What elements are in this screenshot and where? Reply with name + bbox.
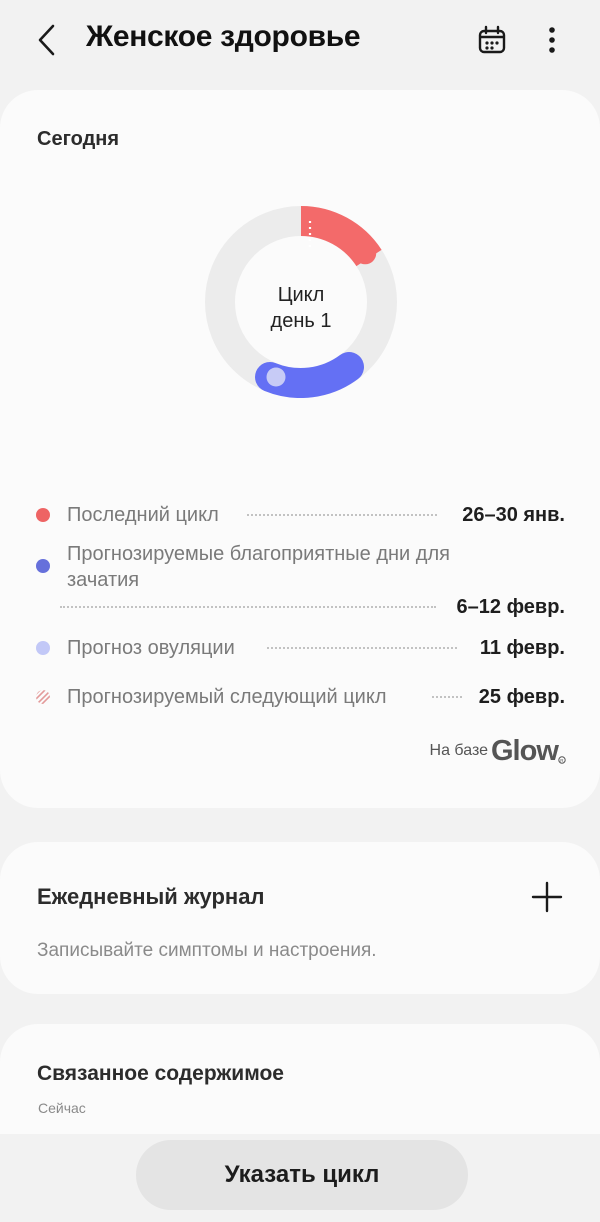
fertile-days-value: 6–12 февр. — [456, 596, 565, 618]
leader-line — [247, 514, 437, 516]
more-vertical-icon — [549, 27, 555, 53]
legend-ovulation: Прогноз овуляции 11 февр. — [0, 635, 600, 665]
back-button[interactable] — [30, 22, 66, 58]
cycle-day-value: день 1 — [270, 310, 332, 332]
log-period-button[interactable]: Указать цикл — [136, 1140, 468, 1210]
powered-by-label: На базе — [429, 742, 488, 759]
last-cycle-label: Последний цикл — [67, 504, 219, 526]
related-subtitle: Сейчас — [38, 1100, 86, 1116]
related-content-card[interactable]: Связанное содержимое Сейчас — [0, 1024, 600, 1134]
period-arc-end — [354, 242, 377, 265]
cycle-label: Цикл — [277, 284, 325, 306]
leader-line — [60, 606, 436, 608]
page-title: Женское здоровье — [86, 20, 361, 53]
plus-icon — [531, 881, 563, 913]
related-title: Связанное содержимое — [37, 1062, 284, 1085]
fertile-days-dot — [36, 559, 50, 573]
more-options-button[interactable] — [538, 22, 566, 58]
legend-next-cycle: Прогнозируемый следующий цикл 25 февр. — [0, 684, 600, 714]
app-bar: Женское здоровье — [0, 0, 600, 80]
next-cycle-striped-dot — [36, 690, 50, 704]
legend-last-cycle: Последний цикл 26–30 янв. — [0, 502, 600, 532]
journal-subtitle: Записывайте симптомы и настроения. — [37, 940, 377, 961]
next-cycle-label: Прогнозируемый следующий цикл — [67, 686, 387, 708]
legend-fertile-days: Прогнозируемые благоприятные дни для зач… — [0, 542, 600, 622]
glow-logo: Glow R — [491, 735, 566, 766]
last-cycle-value: 26–30 янв. — [462, 504, 565, 526]
fertile-days-label-line2: зачатия — [67, 569, 140, 591]
daily-journal-card[interactable]: Ежедневный журнал Записывайте симптомы и… — [0, 842, 600, 994]
calendar-button[interactable] — [476, 24, 508, 56]
ovulation-dot — [36, 641, 50, 655]
ovulation-label: Прогноз овуляции — [67, 637, 235, 659]
today-card: Сегодня Цикл день 1 Последний цикл 26–30… — [0, 90, 600, 808]
last-cycle-dot — [36, 508, 50, 522]
ovulation-marker — [266, 367, 286, 387]
fertile-days-label-line1: Прогнозируемые благоприятные дни для — [67, 543, 450, 565]
add-journal-button[interactable] — [530, 880, 564, 914]
chevron-left-icon — [38, 24, 55, 56]
leader-line — [432, 696, 462, 698]
ovulation-value: 11 февр. — [479, 637, 565, 659]
leader-line — [267, 647, 457, 649]
glow-logo-text: Glow — [491, 735, 559, 766]
next-cycle-value: 25 февр. — [478, 686, 565, 708]
calendar-icon — [478, 25, 506, 54]
journal-title: Ежедневный журнал — [37, 884, 265, 909]
today-title: Сегодня — [37, 128, 120, 150]
cycle-day-label: Цикл день 1 — [205, 282, 397, 334]
